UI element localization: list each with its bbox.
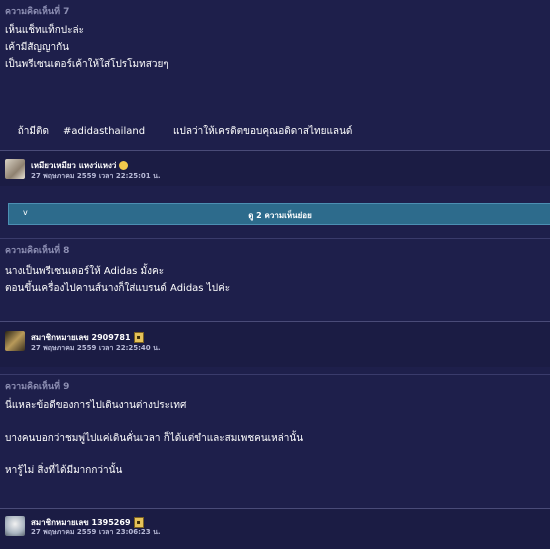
comment-footer: สมาชิกหมายเลข 2909781 ▪ 27 พฤษภาคม 2559 เ… [0, 321, 550, 367]
comment-line: เห็นแช็ทแท็กปะล่ะ [5, 25, 84, 36]
comment-line: นางเป็นพรีเซนเตอร์ให้ Adidas มั้งคะ [5, 266, 165, 277]
comment-9: ความคิดเห็นที่ 9 นี่แหละข้อดีของการไปเดิ… [0, 374, 550, 549]
emoji-icon [119, 161, 129, 170]
comment-text: แปลว่าให้เครดิตขอบคุณอดิดาสไทยแลนด์ [173, 126, 353, 137]
comment-line: บางคนบอกว่าชมพู่ไปแค่เดินคั่นเวลา ก็ได้แ… [5, 433, 304, 444]
hashtag-link[interactable]: #adidasthailand [63, 126, 145, 137]
avatar[interactable] [5, 159, 25, 179]
comment-footer: เหมียวเหมียว แหงว่แหงว่ 27 พฤษภาคม 2559 … [0, 150, 550, 186]
timestamp: 27 พฤษภาคม 2559 เวลา 22:25:40 น. [31, 344, 161, 352]
member-badge-icon: ▪ [133, 332, 144, 343]
comment-text: ถ้ามีติด [17, 126, 49, 137]
comment-number: ความคิดเห็นที่ 9 [5, 382, 70, 392]
comment-line: เค้ามีสัญญากัน [5, 42, 69, 53]
view-replies-label: ดู 2 ความเห็นย่อย [248, 211, 312, 220]
avatar[interactable] [5, 516, 25, 536]
comment-line: นี่แหละข้อดีของการไปเดินงานต่างประเทศ [5, 400, 187, 411]
comment-7: ความคิดเห็นที่ 7 เห็นแช็ทแท็กปะล่ะ เค้าม… [0, 0, 550, 186]
comment-line: หารู้ไม่ สิ่งที่ได้มีมากกว่านั้น [5, 465, 123, 476]
comment-8: ความคิดเห็นที่ 8 นางเป็นพรีเซนเตอร์ให้ A… [0, 238, 550, 367]
avatar[interactable] [5, 331, 25, 351]
timestamp: 27 พฤษภาคม 2559 เวลา 23:06:23 น. [31, 528, 161, 536]
comment-footer: สมาชิกหมายเลข 1395269 ▪ 27 พฤษภาคม 2559 เ… [0, 508, 550, 549]
comment-line: เป็นพรีเซนเตอร์เค้าให้ใส่โปรโมทสวยๆ [5, 59, 169, 70]
comment-line: ตอนขึ้นเครื่องไปคานส์นางก็ใส่แบรนด์ Adid… [5, 283, 231, 294]
comment-number: ความคิดเห็นที่ 7 [5, 7, 70, 17]
view-replies-button[interactable]: v ดู 2 ความเห็นย่อย [8, 203, 550, 225]
timestamp: 27 พฤษภาคม 2559 เวลา 22:25:01 น. [31, 172, 161, 180]
comment-number: ความคิดเห็นที่ 8 [5, 246, 70, 256]
